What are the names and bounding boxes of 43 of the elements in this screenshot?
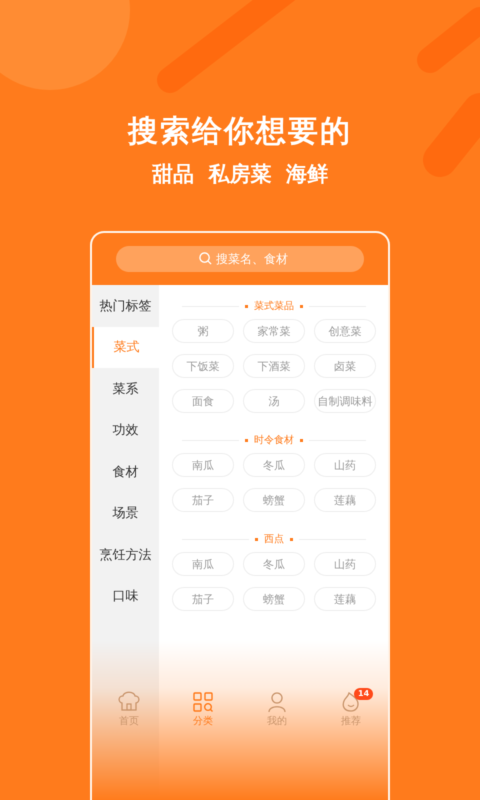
section-title: 时令食材	[254, 434, 294, 447]
tag-chip[interactable]: 粥	[172, 319, 234, 343]
tab-item[interactable]: 分类	[166, 686, 240, 728]
tag-chip[interactable]: 南瓜	[172, 552, 234, 576]
tag-chip[interactable]: 下酒菜	[243, 354, 305, 378]
tag-chip[interactable]: 下饭菜	[172, 354, 234, 378]
tab-item[interactable]: 首页	[92, 686, 166, 728]
chef-hat-icon	[117, 690, 141, 712]
tag-chip[interactable]: 茄子	[172, 488, 234, 512]
subheadline: 甜品 私房菜 海鲜	[152, 161, 328, 188]
tag-chip[interactable]: 冬瓜	[243, 453, 305, 477]
tag-chip[interactable]: 自制调味料	[314, 389, 376, 413]
tab-item[interactable]: 14 推荐	[314, 686, 388, 728]
section-title: 西点	[264, 532, 284, 546]
tag-chip[interactable]: 冬瓜	[243, 552, 305, 576]
sidebar-item[interactable]: 菜系	[92, 368, 159, 410]
tag-chip[interactable]: 山药	[314, 552, 376, 576]
tag-chip[interactable]: 创意菜	[314, 319, 376, 343]
sidebar-item[interactable]: 菜式	[92, 326, 159, 368]
tag-chip[interactable]: 卤菜	[314, 354, 376, 378]
tag-chip[interactable]: 南瓜	[172, 453, 234, 477]
category-grid-icon	[193, 692, 213, 712]
tab-item[interactable]: 我的	[240, 686, 314, 728]
person-icon	[268, 692, 286, 712]
section-title: 菜式菜品	[254, 300, 294, 313]
sidebar-item[interactable]: 热门标签	[92, 285, 159, 326]
sidebar-item[interactable]: 口味	[92, 576, 159, 617]
tag-chip[interactable]: 山药	[314, 453, 376, 477]
sidebar-item[interactable]: 烹饪方法	[92, 534, 159, 576]
tag-chip[interactable]: 茄子	[172, 587, 234, 611]
tag-chip[interactable]: 莲藕	[314, 488, 376, 512]
sidebar-item[interactable]: 功效	[92, 410, 159, 451]
headline: 搜索给你想要的	[128, 113, 352, 151]
sidebar-item[interactable]: 场景	[92, 492, 159, 534]
tag-chip[interactable]: 螃蟹	[243, 587, 305, 611]
tag-chip[interactable]: 汤	[243, 389, 305, 413]
search-field[interactable]: 搜菜名、食材	[116, 246, 364, 272]
tag-chip[interactable]: 莲藕	[314, 587, 376, 611]
sidebar-item[interactable]: 食材	[92, 451, 159, 492]
count-badge: 14	[354, 688, 374, 700]
tag-chip[interactable]: 螃蟹	[243, 488, 305, 512]
tag-chip[interactable]: 家常菜	[243, 319, 305, 343]
tag-chip[interactable]: 面食	[172, 389, 234, 413]
